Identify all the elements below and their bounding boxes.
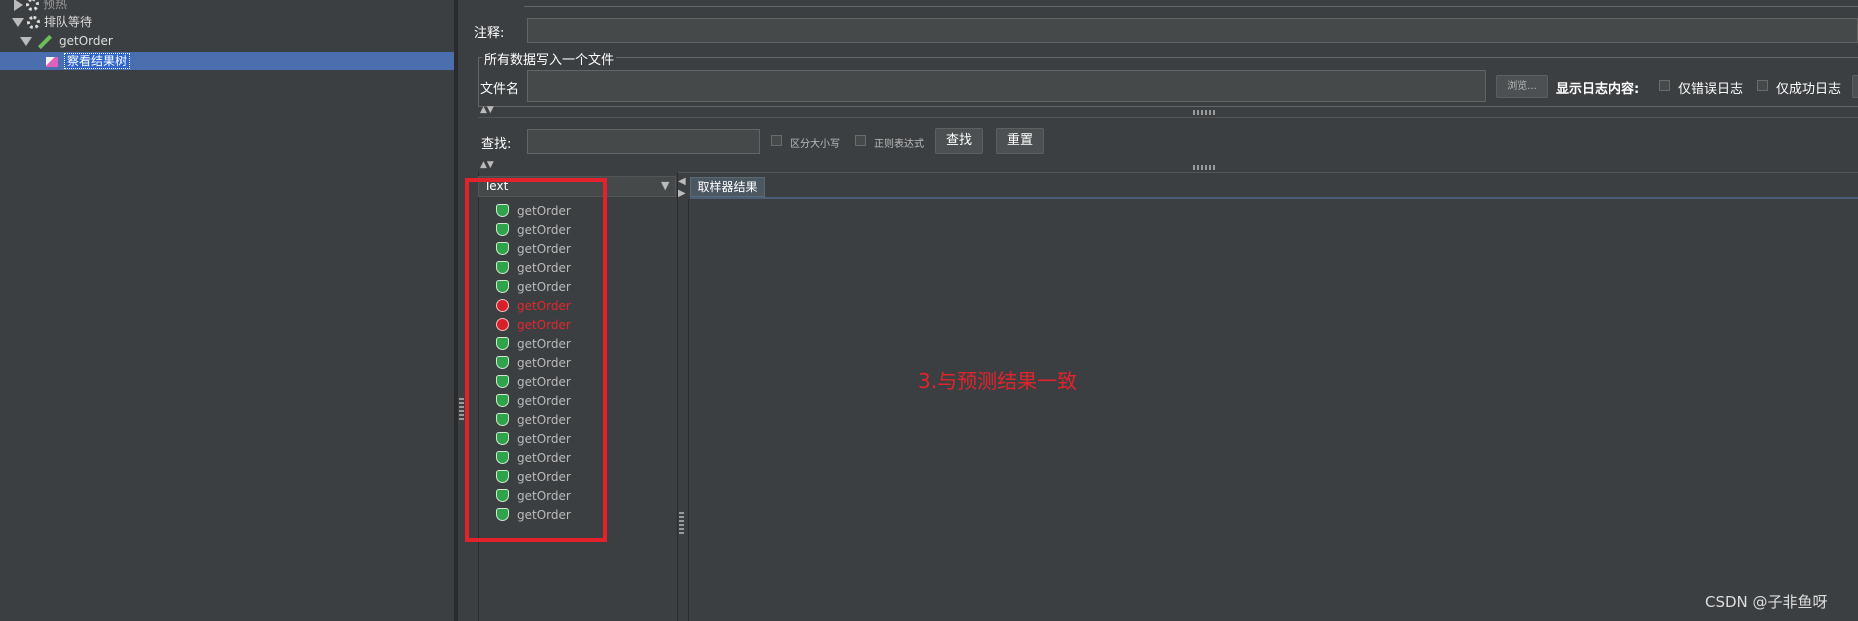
- expand-icon[interactable]: [14, 0, 23, 11]
- file-group-title: 所有数据写入一个文件: [482, 49, 617, 68]
- regex-label: 正则表达式: [874, 139, 924, 150]
- case-sensitive-label: 区分大小写: [790, 139, 840, 150]
- thread-group-icon: [27, 16, 40, 29]
- tab-underline: [690, 197, 1858, 199]
- reset-button[interactable]: 重置: [996, 128, 1044, 154]
- collapse-arrows-icon[interactable]: ▲▼: [480, 105, 494, 115]
- log-content-label: 显示日志内容:: [1556, 82, 1640, 97]
- test-plan-tree: 预热 排队等待 getOrder 察看结果树: [0, 0, 454, 621]
- sampler-result-pane: [688, 199, 1858, 621]
- divider: [478, 117, 1858, 118]
- annotation-highlight-box: [465, 178, 607, 542]
- comment-input[interactable]: [527, 18, 1858, 43]
- tree-node-label: 排队等待: [44, 15, 93, 29]
- tree-node-getorder[interactable]: getOrder: [20, 32, 113, 50]
- search-input[interactable]: [527, 129, 760, 154]
- annotation-text: 3.与预测结果一致: [918, 369, 1078, 393]
- errors-only-label: 仅错误日志: [1678, 82, 1744, 97]
- name-field-bottom-edge: [524, 6, 1858, 7]
- splitter-grip-icon[interactable]: [679, 512, 684, 534]
- tree-node-label: 察看结果树: [64, 53, 131, 69]
- success-only-checkbox[interactable]: [1757, 80, 1768, 91]
- tree-node-label: getOrder: [59, 34, 113, 48]
- browse-button[interactable]: 浏览...: [1496, 75, 1548, 98]
- regex-checkbox[interactable]: [855, 135, 866, 146]
- collapse-icon[interactable]: [20, 37, 32, 46]
- filename-input[interactable]: [527, 70, 1486, 102]
- comment-label: 注释:: [474, 26, 505, 41]
- splitter-grip-icon[interactable]: [1193, 110, 1215, 115]
- tree-node-label: 预热: [43, 0, 68, 11]
- splitter-grip-icon[interactable]: [459, 398, 464, 420]
- tree-node-queue-wait[interactable]: 排队等待: [12, 13, 92, 31]
- http-sampler-icon: [37, 34, 53, 49]
- tab-sampler-result[interactable]: 取样器结果: [690, 177, 765, 197]
- expand-right-icon[interactable]: ▶: [678, 188, 686, 199]
- find-button[interactable]: 查找: [935, 128, 983, 154]
- watermark: CSDN @子非鱼呀: [1705, 593, 1828, 611]
- thread-group-icon: [26, 0, 39, 11]
- configure-button[interactable]: [1852, 75, 1858, 98]
- splitter-grip-icon[interactable]: [1193, 165, 1215, 170]
- errors-only-checkbox[interactable]: [1659, 80, 1670, 91]
- success-only-label: 仅成功日志: [1776, 82, 1842, 97]
- vertical-splitter[interactable]: [454, 0, 458, 621]
- collapse-arrows-icon[interactable]: ▲▼: [480, 160, 494, 170]
- tree-node-warmup[interactable]: 预热: [14, 0, 67, 13]
- divider: [478, 172, 1858, 173]
- collapse-icon[interactable]: [12, 18, 24, 27]
- case-sensitive-checkbox[interactable]: [771, 135, 782, 146]
- collapse-left-icon[interactable]: ◀: [678, 176, 686, 187]
- search-label: 查找:: [481, 137, 512, 152]
- tree-node-view-results-tree[interactable]: 察看结果树: [46, 52, 131, 70]
- filename-label: 文件名: [480, 82, 520, 97]
- listener-icon: [46, 56, 58, 67]
- dropdown-arrow-icon[interactable]: ▼: [661, 179, 669, 192]
